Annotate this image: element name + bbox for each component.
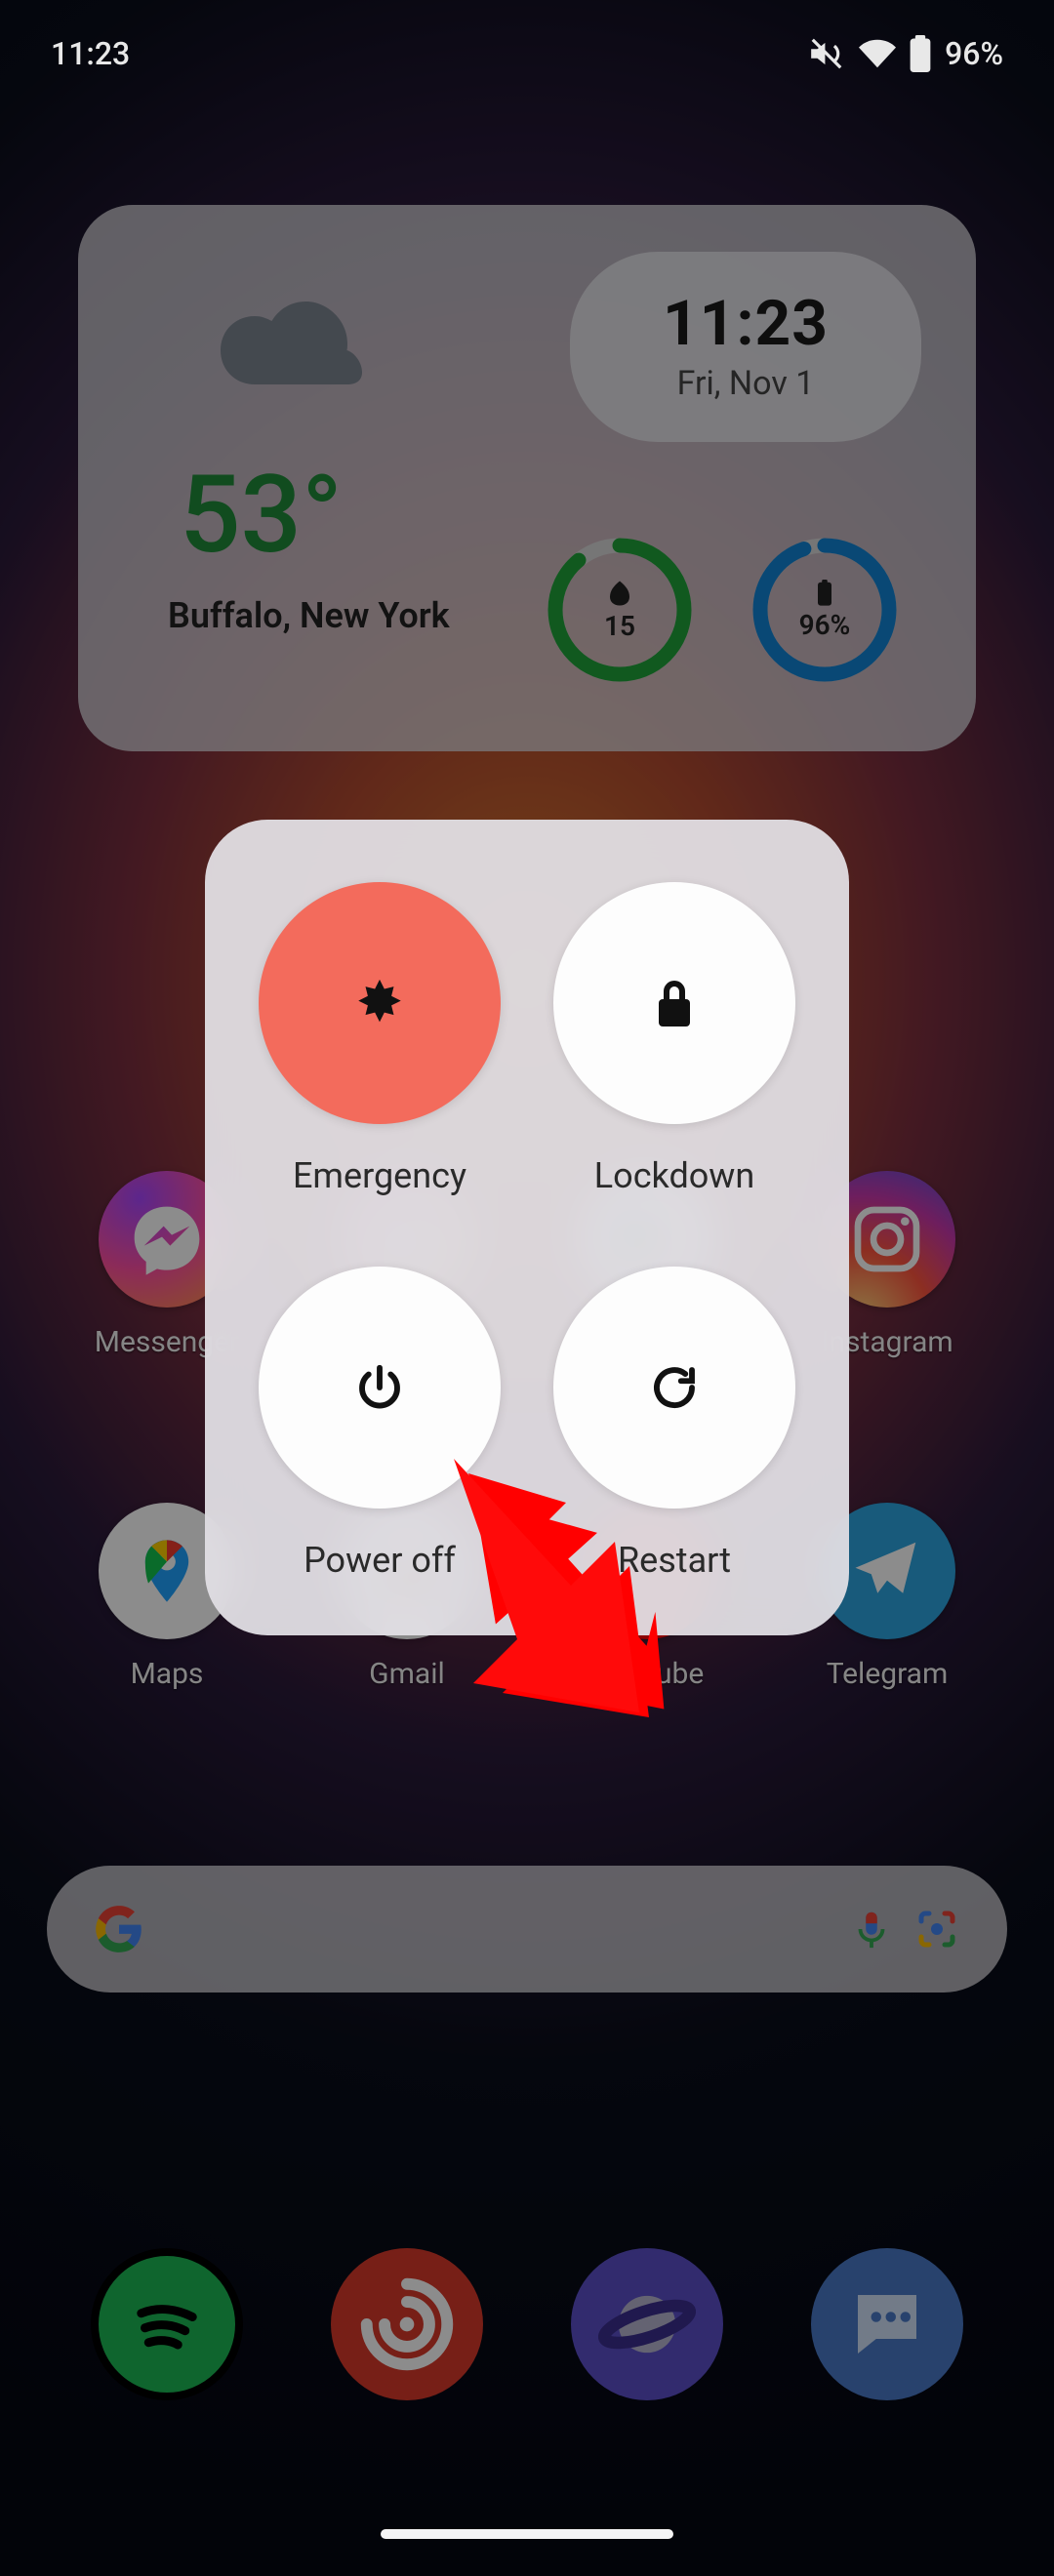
power-menu-label: Power off <box>304 1540 456 1581</box>
clock-pill[interactable]: 11:23 Fri, Nov 1 <box>570 252 921 442</box>
mic-icon[interactable] <box>849 1907 894 1952</box>
activity-value: 15 <box>604 610 635 642</box>
google-search-bar[interactable] <box>47 1866 1007 1992</box>
weather-temp: 53° <box>180 452 343 578</box>
volume-muted-icon <box>808 35 845 72</box>
power-menu-emergency[interactable]: Emergency <box>252 882 507 1196</box>
pocketcasts-icon <box>353 2271 461 2378</box>
google-g-icon <box>94 1904 144 1954</box>
app-label: Telegram <box>827 1657 949 1691</box>
power-menu-power-off[interactable]: Power off <box>252 1267 507 1581</box>
maps-icon <box>130 1534 204 1608</box>
weather-widget[interactable]: 11:23 Fri, Nov 1 53° Buffalo, New York 1… <box>78 205 976 751</box>
instagram-icon <box>848 1200 926 1278</box>
chat-icon <box>843 2280 931 2368</box>
dock-app-pocketcasts[interactable] <box>331 2248 483 2400</box>
battery-percent: 96% <box>945 35 1003 72</box>
battery-ring-value: 96% <box>799 609 851 641</box>
dock-app-browser[interactable] <box>571 2248 723 2400</box>
lens-icon[interactable] <box>913 1906 960 1952</box>
cloud-icon <box>211 297 377 398</box>
planet-icon <box>598 2275 696 2373</box>
power-menu: Emergency Lockdown Power off Restart <box>205 820 849 1635</box>
battery-small-icon <box>816 580 833 607</box>
clock-date: Fri, Nov 1 <box>640 364 851 403</box>
battery-ring[interactable]: 96% <box>751 537 898 683</box>
power-menu-lockdown[interactable]: Lockdown <box>547 882 802 1196</box>
power-menu-label: Emergency <box>293 1155 466 1196</box>
leaf-icon <box>605 579 634 608</box>
clock-time: 11:23 <box>640 287 851 360</box>
power-menu-label: Restart <box>618 1540 731 1581</box>
restart-icon <box>648 1361 701 1414</box>
app-label: Maps <box>131 1657 204 1691</box>
power-menu-restart[interactable]: Restart <box>547 1267 802 1581</box>
power-menu-label: Lockdown <box>594 1155 754 1196</box>
status-bar: 11:23 96% <box>0 0 1054 107</box>
status-time: 11:23 <box>51 35 130 72</box>
dock <box>0 2248 1054 2400</box>
battery-icon <box>910 35 931 72</box>
wifi-icon <box>859 35 896 72</box>
messenger-icon <box>128 1200 206 1278</box>
lock-icon <box>651 976 698 1030</box>
status-icons: 96% <box>808 35 1003 72</box>
telegram-icon <box>849 1533 925 1609</box>
dock-app-messages[interactable] <box>811 2248 963 2400</box>
power-icon <box>353 1361 406 1414</box>
app-label: Gmail <box>369 1657 445 1691</box>
spotify-icon <box>123 2280 211 2368</box>
gesture-nav-handle[interactable] <box>381 2529 673 2539</box>
activity-ring[interactable]: 15 <box>547 537 693 683</box>
dock-app-spotify[interactable] <box>91 2248 243 2400</box>
app-label: YouTube <box>590 1657 705 1691</box>
emergency-icon <box>351 975 408 1031</box>
